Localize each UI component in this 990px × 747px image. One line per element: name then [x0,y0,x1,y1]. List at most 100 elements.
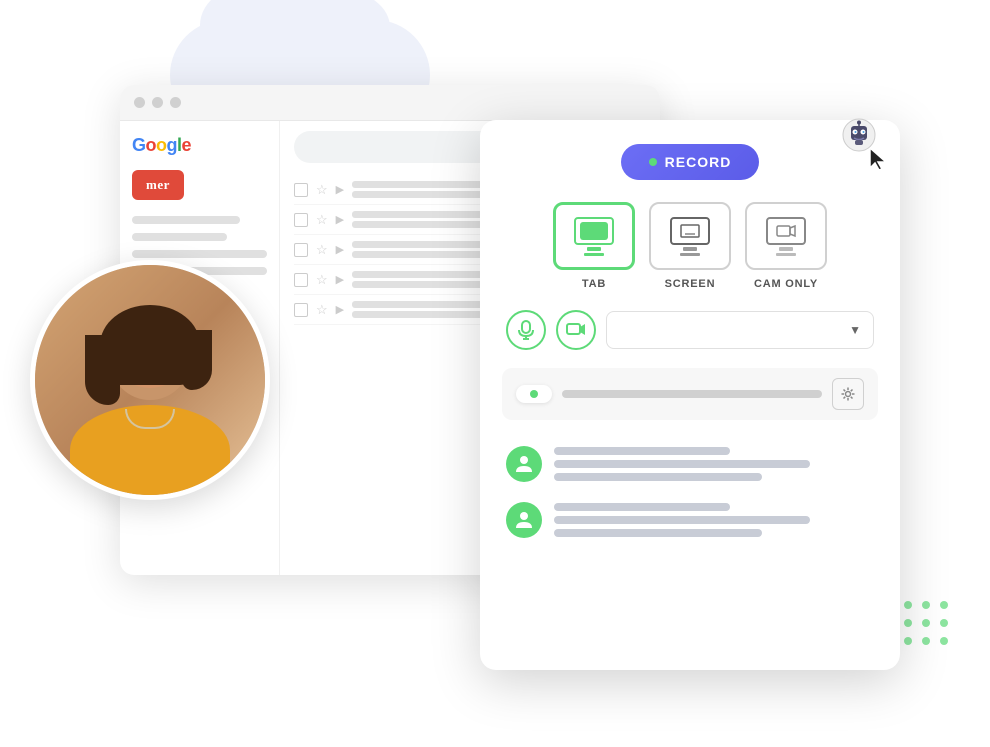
participant-1-name [554,447,730,455]
deco-dot [922,619,930,627]
email-star-icon[interactable]: ☆ [316,302,328,318]
tab-active-dot [530,390,538,398]
browser-titlebar [120,85,660,121]
browser-dot-1 [134,97,145,108]
google-logo-g2: g [167,135,178,155]
tab-bar-section [502,368,878,420]
screen-monitor-icon [670,217,710,256]
deco-dot [904,619,912,627]
mode-screen-icon-box[interactable] [649,202,731,270]
monitor-screen [574,217,614,245]
record-button[interactable]: RECORD [621,144,760,180]
monitor-foot [776,253,796,256]
monitor-foot [584,253,604,256]
monitor-base [683,247,697,251]
mouse-cursor [870,148,890,178]
record-button-label: RECORD [665,154,732,170]
tab-indicator [580,222,608,240]
participant-row-1 [502,436,878,492]
scene: Google mer ☆ ▶ [0,0,990,747]
participant-2-name [554,503,730,511]
camera-select-dropdown[interactable]: ▼ [606,311,874,349]
participant-2-info [554,503,874,537]
deco-dot [922,637,930,645]
browser-dot-3 [170,97,181,108]
screen-icon-svg [680,224,700,238]
email-checkbox[interactable] [294,213,308,227]
body [70,405,230,495]
mode-tab-label: TAB [582,278,606,290]
participant-1-avatar [506,446,542,482]
mode-screen-label: SCREEN [665,278,716,290]
email-forward-icon: ▶ [336,213,344,226]
participant-row-2 [502,492,878,548]
recording-panel: RECORD TAB [480,120,900,670]
cursor-icon [870,148,890,172]
robot-mascot [842,118,876,152]
gear-icon [840,386,856,402]
recording-mode-options: TAB SCREEN [502,202,878,290]
robot-icon-svg [842,118,876,152]
monitor-screen [670,217,710,245]
settings-gear-button[interactable] [832,378,864,410]
mode-screen[interactable]: SCREEN [649,202,731,290]
email-forward-icon: ▶ [336,183,344,196]
cam-only-icon-svg [776,224,796,238]
monitor-foot [680,253,700,256]
person-icon-2 [514,510,534,530]
av-controls: ▼ [502,310,878,350]
tab-bar-line [562,390,822,398]
participant-2-avatar [506,502,542,538]
user-photo-circle [30,260,270,500]
participant-1-detail-1 [554,460,810,468]
email-checkbox[interactable] [294,243,308,257]
email-star-icon[interactable]: ☆ [316,242,328,258]
active-tab-pill[interactable] [516,385,552,403]
mode-cam-only-label: CAM ONLY [754,278,818,290]
email-forward-icon: ▶ [336,303,344,316]
email-forward-icon: ▶ [336,243,344,256]
mode-tab[interactable]: TAB [553,202,635,290]
google-logo-e: e [182,135,192,155]
microphone-button[interactable] [506,310,546,350]
participant-1-detail-2 [554,473,762,481]
deco-dot [940,637,948,645]
person-icon-1 [514,454,534,474]
deco-dot [904,637,912,645]
sidebar-nav-line-3 [132,250,267,258]
record-dot-icon [649,158,657,166]
hair [100,305,200,385]
monitor-screen [766,217,806,245]
monitor-base [587,247,601,251]
tab-monitor-icon [574,217,614,256]
deco-dot [940,601,948,609]
google-logo-g: G [132,135,146,155]
microphone-icon [518,320,534,340]
deco-dot [904,601,912,609]
monitor-base [779,247,793,251]
deco-dot [922,601,930,609]
deco-dot [940,619,948,627]
email-star-icon[interactable]: ☆ [316,182,328,198]
google-logo-o2: o [156,135,167,155]
mode-cam-only-icon-box[interactable] [745,202,827,270]
google-logo: Google [132,135,267,156]
sidebar-nav-line-1 [132,216,240,224]
email-checkbox[interactable] [294,183,308,197]
mode-cam-only[interactable]: CAM ONLY [745,202,827,290]
participant-2-detail-1 [554,516,810,524]
participant-2-detail-2 [554,529,762,537]
email-star-icon[interactable]: ☆ [316,212,328,228]
email-checkbox[interactable] [294,273,308,287]
user-photo [35,265,265,495]
email-star-icon[interactable]: ☆ [316,272,328,288]
participant-1-info [554,447,874,481]
browser-dot-2 [152,97,163,108]
google-logo-o1: o [146,135,157,155]
mode-tab-icon-box[interactable] [553,202,635,270]
email-forward-icon: ▶ [336,273,344,286]
email-checkbox[interactable] [294,303,308,317]
camera-icon [566,322,586,338]
camera-button[interactable] [556,310,596,350]
gmail-compose-button[interactable]: mer [132,170,184,200]
